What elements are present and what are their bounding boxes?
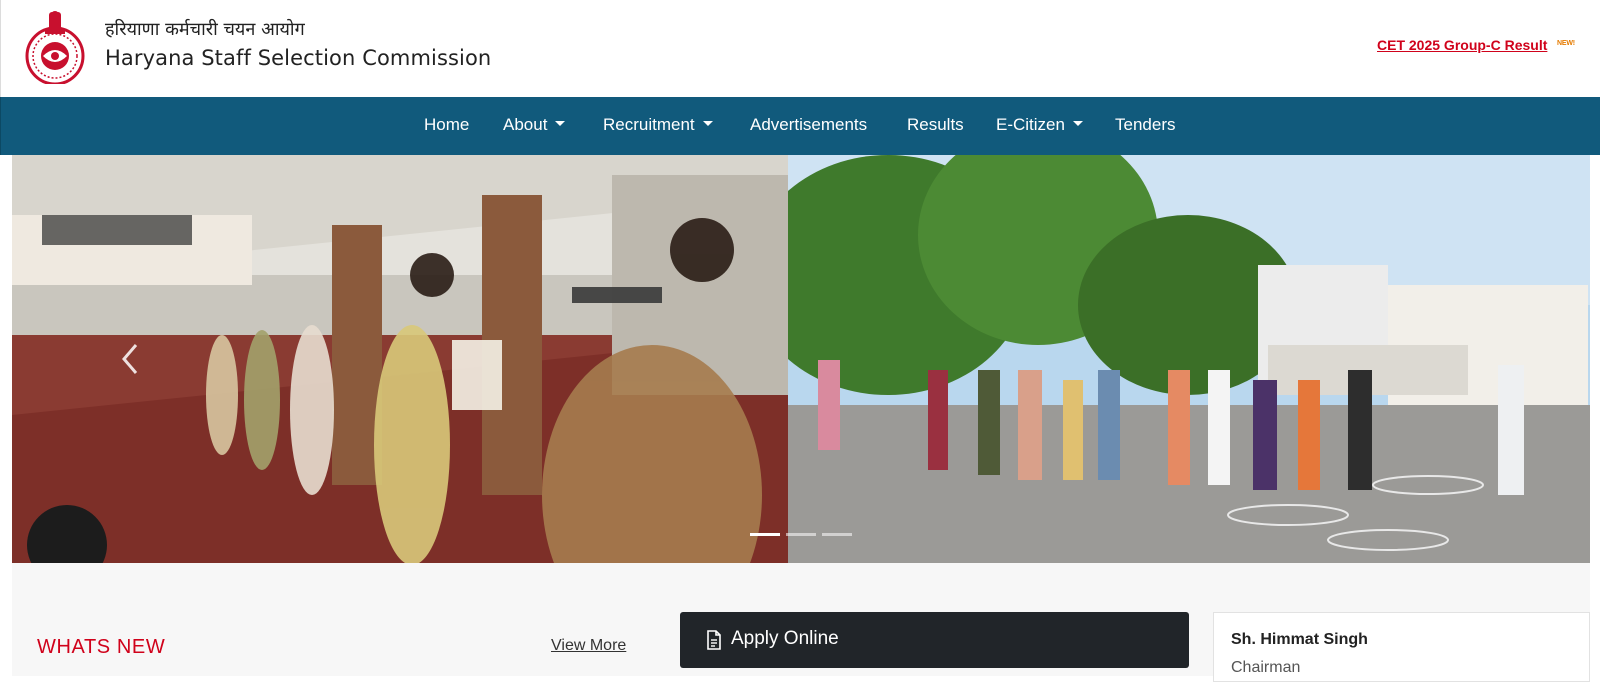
nav-item-e-citizen[interactable]: E-Citizen xyxy=(996,115,1083,135)
main-navbar: Home About Recruitment Advertisements Re… xyxy=(0,97,1600,155)
haryana-emblem-logo[interactable] xyxy=(23,6,87,84)
nav-item-home[interactable]: Home xyxy=(424,115,469,135)
carousel-photo-outdoor-queue xyxy=(788,155,1590,563)
caret-down-icon xyxy=(702,121,713,126)
document-icon xyxy=(707,630,721,650)
nav-item-advertisements[interactable]: Advertisements xyxy=(750,115,867,135)
nav-item-recruitment[interactable]: Recruitment xyxy=(603,115,713,135)
caret-down-icon xyxy=(555,121,566,126)
apply-online-button[interactable]: Apply Online xyxy=(680,612,1189,668)
caret-down-icon xyxy=(1072,121,1083,126)
view-more-link[interactable]: View More xyxy=(551,637,626,655)
site-title-hindi: हरियाणा कर्मचारी चयन आयोग xyxy=(105,19,305,40)
chevron-left-icon[interactable] xyxy=(120,341,140,377)
cet-result-link[interactable]: CET 2025 Group-C Result xyxy=(1377,37,1547,53)
new-badge: NEW! xyxy=(1557,40,1575,47)
nav-item-results[interactable]: Results xyxy=(907,115,964,135)
carousel-indicator-1[interactable] xyxy=(750,533,780,536)
carousel-indicator-3[interactable] xyxy=(822,533,852,536)
carousel-indicator-2[interactable] xyxy=(786,533,816,536)
whats-new-heading: WHATS NEW xyxy=(37,636,166,658)
site-title-english: Haryana Staff Selection Commission xyxy=(105,46,492,70)
chairman-card: Sh. Himmat Singh Chairman xyxy=(1213,612,1590,682)
chairman-role: Chairman xyxy=(1231,659,1301,676)
site-header: हरियाणा कर्मचारी चयन आयोग Haryana Staff … xyxy=(0,0,1600,97)
hero-carousel[interactable] xyxy=(12,155,1590,563)
chairman-name: Sh. Himmat Singh xyxy=(1231,631,1368,648)
nav-item-tenders[interactable]: Tenders xyxy=(1115,115,1175,135)
nav-item-about[interactable]: About xyxy=(503,115,566,135)
apply-online-label: Apply Online xyxy=(731,628,839,649)
